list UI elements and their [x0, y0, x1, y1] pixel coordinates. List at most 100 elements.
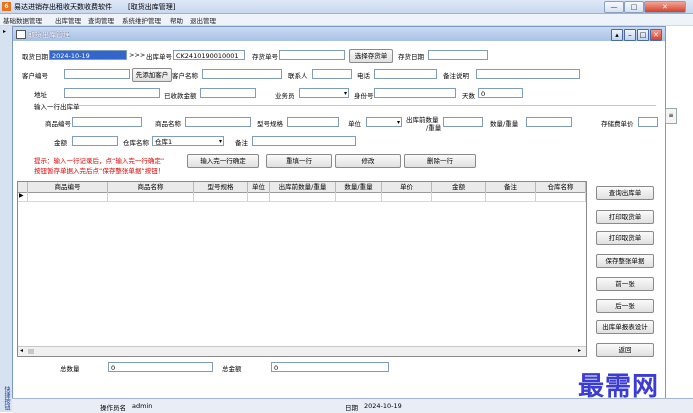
received-label: 已收款金额 [164, 92, 197, 100]
phone-field[interactable] [374, 69, 437, 79]
inner-restore-icon[interactable]: ▴ [611, 29, 623, 41]
inner-maximize-button[interactable]: □ [637, 29, 649, 41]
col-qty[interactable]: 数量/重量 [336, 182, 382, 192]
spec-field[interactable] [287, 117, 339, 127]
menu-outbound[interactable]: 出库管理 [55, 15, 81, 25]
salesman-select[interactable] [299, 88, 349, 98]
menu-help[interactable]: 帮助 [170, 15, 183, 25]
received-field[interactable] [200, 88, 256, 98]
deposit-date-label: 存货日期 [398, 53, 424, 61]
remark-label: 备注说明 [443, 72, 469, 80]
idcard-label: 身份号 [354, 92, 374, 100]
expand-arrow-icon[interactable]: ▸ [3, 28, 6, 35]
col-spec[interactable]: 型号规格 [194, 182, 248, 192]
remark-field[interactable] [476, 69, 580, 79]
confirm-row-button[interactable]: 输入完一行确定 [187, 154, 259, 168]
contact-field[interactable] [312, 69, 352, 79]
col-product-name[interactable]: 商品名称 [108, 182, 194, 192]
date-picker-arrows[interactable]: >>> [129, 51, 145, 59]
product-no-field[interactable] [72, 117, 142, 127]
unit-select[interactable] [366, 117, 402, 127]
cell[interactable] [248, 192, 270, 201]
cell[interactable] [486, 192, 536, 201]
col-warehouse[interactable]: 仓库名称 [536, 182, 586, 192]
date-value: 2024-10-19 [364, 402, 402, 410]
edit-button[interactable]: 修改 [335, 154, 401, 168]
idcard-field[interactable] [374, 88, 456, 98]
product-name-label: 商品名称 [155, 120, 181, 128]
customer-name-field[interactable] [202, 69, 282, 79]
inner-title-bar: 取货出库管理 ▴ – □ ✕ [13, 27, 665, 41]
product-name-field[interactable] [185, 117, 251, 127]
operator-label: 操作员名 [100, 404, 126, 412]
horizontal-scrollbar[interactable]: ◂ ▸ [18, 346, 586, 356]
deposit-no-field[interactable] [279, 50, 345, 60]
select-deposit-button[interactable]: 选择存货单 [349, 49, 393, 63]
table-row[interactable]: ▶ [18, 192, 586, 202]
right-edge-tab[interactable]: ≡ [665, 108, 677, 124]
cell[interactable] [336, 192, 382, 201]
maximize-button[interactable]: □ [624, 1, 644, 13]
note-field[interactable] [252, 136, 356, 146]
menu-query[interactable]: 查询管理 [88, 15, 114, 25]
pre-qty-label-2: /重量 [426, 124, 442, 132]
customer-no-field[interactable] [64, 69, 130, 79]
warehouse-select[interactable]: 仓库1 [152, 136, 224, 146]
scroll-right-icon[interactable]: ▸ [578, 347, 581, 354]
add-customer-button[interactable]: 先添加客户 [132, 68, 172, 82]
scroll-left-icon[interactable]: ◂ [20, 347, 23, 354]
col-amount[interactable]: 金额 [432, 182, 486, 192]
deposit-date-field[interactable] [428, 50, 488, 60]
total-qty-field: 0 [108, 362, 213, 372]
address-field[interactable] [64, 88, 160, 98]
query-outbound-button[interactable]: 查询出库单 [596, 186, 654, 200]
cell[interactable] [108, 192, 194, 201]
col-note[interactable]: 备注 [486, 182, 536, 192]
days-field[interactable]: 0 [478, 88, 523, 98]
days-label: 天数 [462, 92, 475, 100]
menu-basic-data[interactable]: 基础数据管理 [3, 15, 42, 25]
col-unit[interactable]: 单位 [248, 182, 270, 192]
col-product-no[interactable]: 商品编号 [28, 182, 108, 192]
customer-name-label: 客户名称 [172, 72, 198, 80]
take-date-field[interactable]: 2024-10-19 [49, 50, 127, 60]
cell[interactable] [270, 192, 336, 201]
price-field[interactable] [638, 117, 658, 127]
product-no-label: 商品编号 [45, 120, 71, 128]
return-button[interactable]: 返回 [596, 343, 654, 357]
previous-button[interactable]: 前一张 [596, 277, 654, 291]
cell[interactable] [194, 192, 248, 201]
warehouse-label: 仓库名称 [123, 139, 149, 147]
cell[interactable] [28, 192, 108, 201]
scroll-thumb[interactable] [28, 349, 34, 354]
amount-field[interactable] [72, 136, 118, 146]
qty-field[interactable] [526, 117, 572, 127]
menu-exit[interactable]: 退出管理 [190, 15, 216, 25]
outbound-grid[interactable]: 商品编号 商品名称 型号规格 单位 出库前数量/重量 数量/重量 单价 金额 备… [17, 181, 587, 357]
cell[interactable] [536, 192, 586, 201]
hint-line-1: 提示：输入一行记录后，点“输入完一行确定” [34, 157, 165, 165]
total-amount-field: 0 [271, 362, 389, 372]
menu-system[interactable]: 系统维护管理 [122, 15, 161, 25]
pre-qty-field[interactable] [443, 117, 483, 127]
side-strip-label[interactable]: 快捷按钮 [1, 386, 11, 410]
col-price[interactable]: 单价 [382, 182, 432, 192]
row-header[interactable]: ▶ [18, 192, 28, 201]
section-divider [68, 105, 656, 106]
date-label: 日期 [345, 404, 358, 412]
clear-row-button[interactable]: 重填一行 [266, 154, 332, 168]
report-design-button[interactable]: 出库单报表设计 [596, 320, 654, 334]
inner-minimize-button[interactable]: – [624, 29, 636, 41]
next-button[interactable]: 后一张 [596, 299, 654, 313]
save-bill-button[interactable]: 保存整张单据 [596, 254, 654, 268]
cell[interactable] [432, 192, 486, 201]
close-button[interactable]: ✕ [644, 1, 686, 13]
delete-row-button[interactable]: 删除一行 [404, 154, 476, 168]
col-pre-qty[interactable]: 出库前数量/重量 [270, 182, 336, 192]
print-pickup-button[interactable]: 打印取货单 [596, 210, 654, 224]
out-no-field[interactable]: CK2410190010001 [173, 50, 245, 60]
inner-close-button[interactable]: ✕ [650, 29, 662, 41]
minimize-button[interactable]: — [604, 1, 624, 13]
print-pickup-button-2[interactable]: 打印取货单 [596, 231, 654, 245]
cell[interactable] [382, 192, 432, 201]
